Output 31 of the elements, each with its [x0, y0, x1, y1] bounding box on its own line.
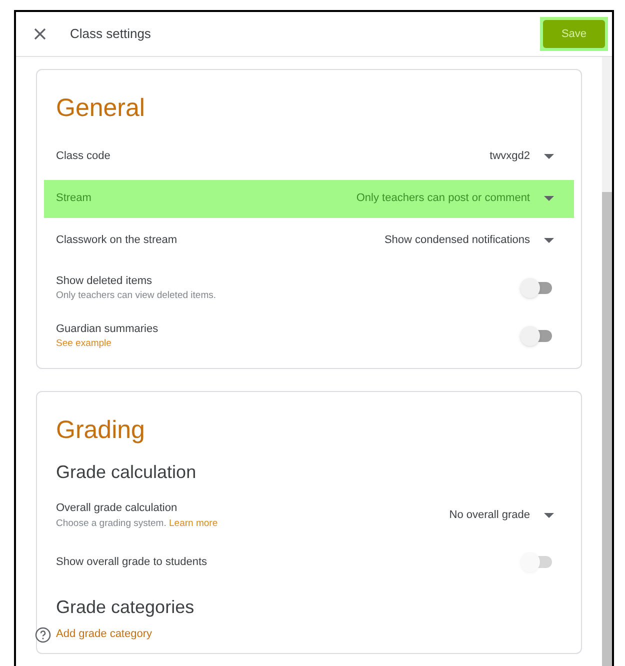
- setting-label: Guardian summaries: [56, 322, 158, 337]
- toggle-switch[interactable]: [520, 326, 554, 346]
- setting-label: Show overall grade to students: [56, 554, 208, 570]
- link[interactable]: Learn more: [169, 518, 218, 529]
- setting-label: Classwork on the stream: [56, 233, 178, 248]
- subsection-heading: Grade categories: [56, 596, 196, 619]
- link[interactable]: See example: [56, 338, 112, 350]
- dialog-title: Class settings: [70, 25, 151, 44]
- caret-icon: [544, 196, 554, 201]
- caret-icon: [544, 238, 554, 243]
- toggle-switch[interactable]: [520, 278, 554, 298]
- hint-text: Choose a grading system.: [56, 518, 166, 529]
- help-icon[interactable]: [35, 627, 51, 643]
- dropdown[interactable]: Only teachers can post or comment: [356, 190, 562, 207]
- close-icon[interactable]: [34, 28, 46, 40]
- caret-icon: [544, 512, 554, 518]
- subsection-heading: Grade calculation: [56, 461, 198, 484]
- section-title: Grading: [56, 414, 146, 446]
- setting-label: Stream: [56, 191, 92, 206]
- setting-label: Class code: [56, 149, 110, 164]
- dropdown[interactable]: twvxgd2: [490, 148, 562, 165]
- caret-icon: [544, 154, 554, 159]
- setting-label: Overall grade calculation: [56, 501, 178, 516]
- save-button[interactable]: Save: [543, 20, 605, 48]
- dropdown[interactable]: No overall grade: [449, 506, 562, 524]
- setting-label: Show deleted items: [56, 274, 153, 289]
- scrollbar[interactable]: [602, 57, 612, 666]
- dropdown[interactable]: Show condensed notifications: [384, 232, 562, 249]
- hint-text: Only teachers can view deleted items.: [56, 290, 216, 302]
- section-title: General: [56, 93, 146, 124]
- add-category-link[interactable]: Add grade category: [56, 628, 152, 640]
